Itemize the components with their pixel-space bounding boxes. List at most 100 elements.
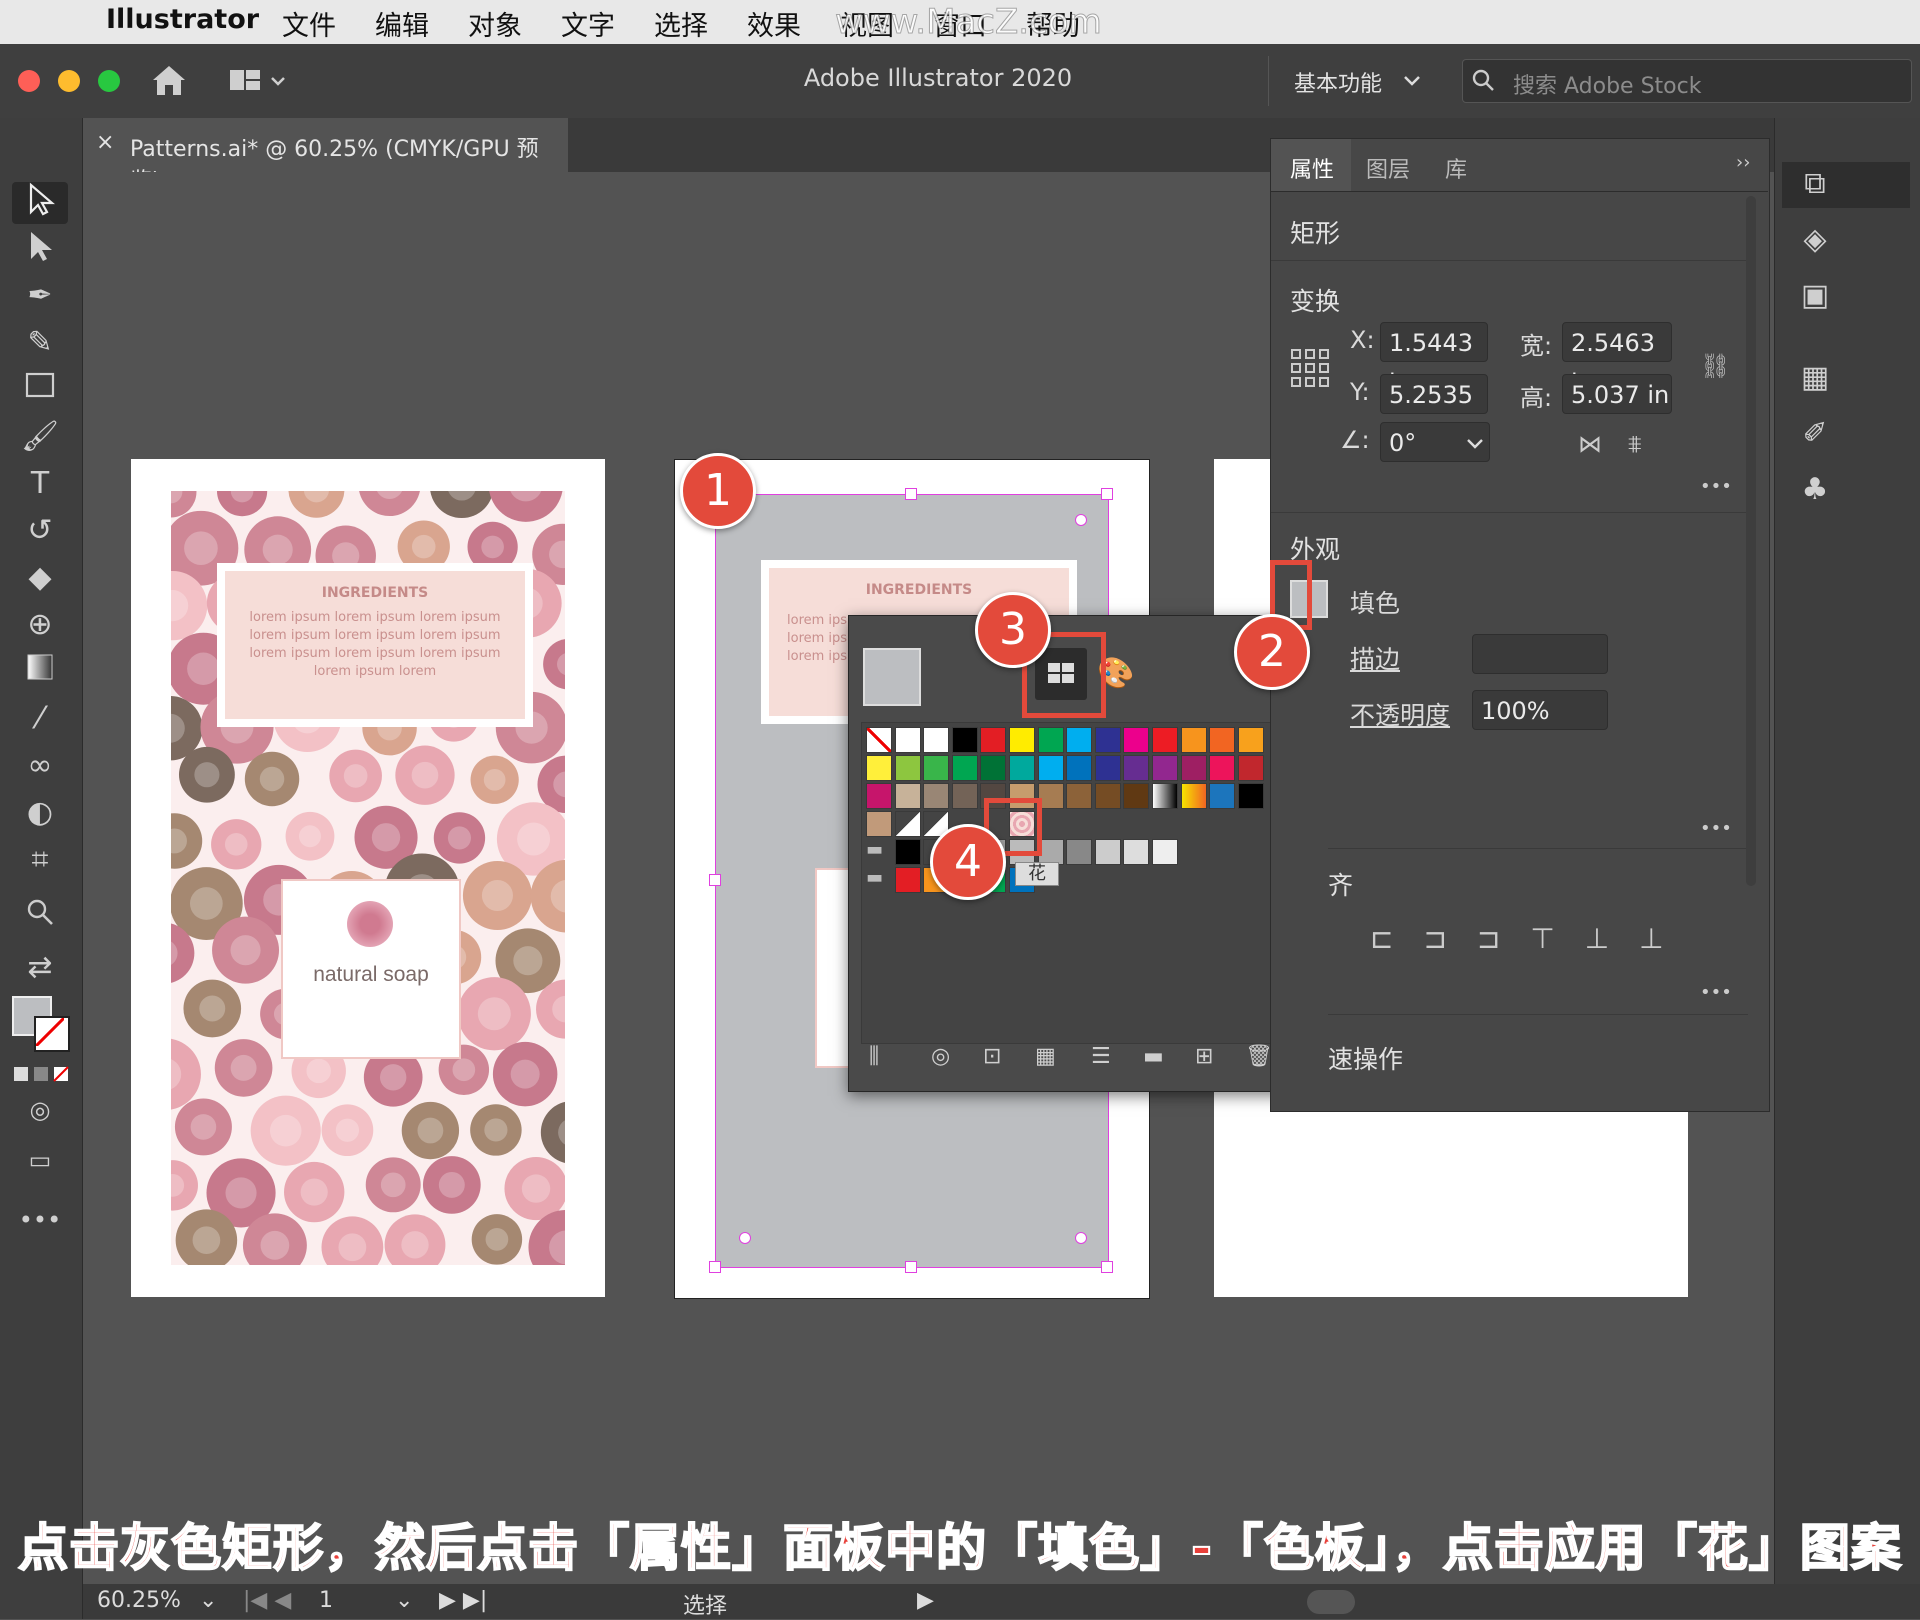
registration-swatch[interactable]: [894, 727, 921, 753]
swatch-folder-icon[interactable]: ▬: [866, 839, 892, 865]
chevron-down-icon[interactable]: [1402, 70, 1422, 90]
libraries-panel-icon[interactable]: ▣: [1795, 276, 1835, 316]
corner-widget[interactable]: [739, 1232, 751, 1244]
properties-panel-icon[interactable]: ⧉: [1795, 164, 1835, 204]
none-swatch[interactable]: [866, 727, 892, 753]
color-mode-icons[interactable]: [14, 1066, 70, 1082]
next-artboard-icon[interactable]: ▶ ▶|: [439, 1588, 487, 1613]
menu-file[interactable]: 文件: [282, 4, 336, 43]
chevron-down-icon[interactable]: [1462, 424, 1488, 460]
selection-handle[interactable]: [1101, 1261, 1113, 1273]
rotate-tool-icon[interactable]: ↺: [18, 511, 62, 551]
height-input[interactable]: 5.037 in: [1562, 374, 1672, 414]
stroke-label[interactable]: 描边: [1350, 640, 1400, 676]
panel-menu-icon[interactable]: ››: [1736, 152, 1750, 173]
screen-mode-icon[interactable]: ▭: [18, 1140, 62, 1180]
tab-libraries[interactable]: 库: [1445, 152, 1467, 184]
swatch[interactable]: [1094, 839, 1121, 865]
selection-handle[interactable]: [1101, 488, 1113, 500]
more-options-icon[interactable]: •••: [1700, 818, 1732, 839]
swatch[interactable]: [1209, 783, 1236, 809]
swatch-libraries-icon[interactable]: ⫼: [869, 1044, 879, 1069]
selection-handle[interactable]: [709, 1261, 721, 1273]
swatch[interactable]: [1180, 755, 1207, 781]
menu-select[interactable]: 选择: [654, 4, 708, 43]
workspace-switcher[interactable]: 基本功能: [1294, 66, 1382, 98]
rectangle-tool-icon[interactable]: [18, 370, 62, 410]
swatch[interactable]: [1037, 727, 1064, 753]
selection-tool-icon[interactable]: [18, 182, 62, 222]
brushes-panel-icon[interactable]: ✐: [1795, 414, 1835, 454]
corner-widget[interactable]: [1075, 1232, 1087, 1244]
swap-fill-stroke-icon[interactable]: ⇄: [18, 948, 62, 988]
swatch[interactable]: [894, 867, 921, 893]
swatch[interactable]: [1237, 783, 1264, 809]
swatch[interactable]: [1180, 727, 1207, 753]
direct-selection-tool-icon[interactable]: [18, 229, 62, 269]
swatch[interactable]: [980, 727, 1007, 753]
swatch[interactable]: [1152, 755, 1178, 781]
color-group-icon[interactable]: ▦: [1035, 1044, 1056, 1069]
x-position-input[interactable]: 1.5443 i: [1380, 322, 1488, 397]
new-swatch-icon[interactable]: ⊞: [1195, 1044, 1213, 1069]
show-kinds-icon[interactable]: ◎: [931, 1044, 950, 1069]
swatch[interactable]: [1209, 755, 1236, 781]
eyedropper-tool-icon[interactable]: ⁄: [18, 699, 62, 739]
swatch[interactable]: [1094, 783, 1121, 809]
delete-swatch-icon[interactable]: 🗑: [1245, 1044, 1273, 1069]
swatches-panel-icon[interactable]: ▦: [1795, 358, 1835, 398]
swatch[interactable]: [894, 839, 921, 865]
pattern-swatch[interactable]: [894, 811, 921, 837]
stock-search-input[interactable]: 搜索 Adobe Stock: [1462, 59, 1912, 103]
selection-handle[interactable]: [905, 488, 917, 500]
swatch-folder-icon[interactable]: ▬: [866, 867, 892, 893]
swatch[interactable]: [1123, 727, 1150, 753]
swatch[interactable]: [1009, 755, 1035, 781]
selection-handle[interactable]: [709, 874, 721, 886]
horizontal-scrollbar[interactable]: [1307, 1590, 1355, 1614]
menu-type[interactable]: 文字: [561, 4, 615, 43]
flip-vertical-icon[interactable]: ⩨: [1628, 430, 1642, 458]
swatch[interactable]: [1009, 727, 1035, 753]
menu-app-name[interactable]: Illustrator: [106, 4, 259, 35]
width-input[interactable]: 2.5463 ir: [1562, 322, 1672, 397]
gradient-swatch[interactable]: [1180, 783, 1207, 809]
swatch[interactable]: [923, 727, 950, 753]
chevron-down-icon[interactable]: ⌄: [395, 1588, 413, 1613]
zoom-level[interactable]: 60.25%: [97, 1588, 181, 1613]
type-tool-icon[interactable]: T: [18, 464, 62, 504]
opacity-label[interactable]: 不透明度: [1350, 696, 1450, 732]
swatch[interactable]: [894, 783, 921, 809]
gradient-tool-icon[interactable]: [18, 652, 62, 692]
swatch[interactable]: [894, 755, 921, 781]
artboard-1[interactable]: INGREDIENTS lorem ipsum lorem ipsum lore…: [131, 459, 605, 1297]
status-menu-icon[interactable]: ▶: [917, 1588, 934, 1613]
swatch[interactable]: [980, 755, 1007, 781]
panel-scrollbar[interactable]: [1746, 196, 1756, 886]
constrain-proportions-icon[interactable]: ⛓: [1700, 352, 1734, 386]
stroke-weight-input[interactable]: [1472, 634, 1608, 674]
gradient-swatch[interactable]: [1152, 783, 1178, 809]
menu-object[interactable]: 对象: [468, 4, 522, 43]
first-artboard-icon[interactable]: |◀ ◀: [243, 1588, 291, 1613]
swatch[interactable]: [866, 755, 892, 781]
zoom-tool-icon[interactable]: [18, 897, 62, 937]
document-tab[interactable]: × Patterns.ai* @ 60.25% (CMYK/GPU 预览): [82, 118, 568, 194]
layers-panel-icon[interactable]: ◈: [1795, 220, 1835, 260]
swatch[interactable]: [1066, 755, 1093, 781]
tab-properties[interactable]: 属性: [1290, 152, 1334, 184]
pattern-swatch[interactable]: [866, 811, 892, 837]
swatch[interactable]: [951, 755, 978, 781]
swatch[interactable]: [951, 783, 978, 809]
swatch[interactable]: [1037, 755, 1064, 781]
paintbrush-tool-icon[interactable]: 🖌: [18, 417, 62, 457]
pen-tool-icon[interactable]: ✒: [18, 276, 62, 316]
swatch[interactable]: [1066, 727, 1093, 753]
swatch[interactable]: [1237, 755, 1264, 781]
more-options-icon[interactable]: •••: [1700, 476, 1732, 497]
corner-widget[interactable]: [1075, 514, 1087, 526]
swatch[interactable]: [1066, 839, 1093, 865]
menu-effect[interactable]: 效果: [747, 4, 801, 43]
swatch[interactable]: [1209, 727, 1236, 753]
shape-builder-tool-icon[interactable]: ◐: [18, 793, 62, 833]
